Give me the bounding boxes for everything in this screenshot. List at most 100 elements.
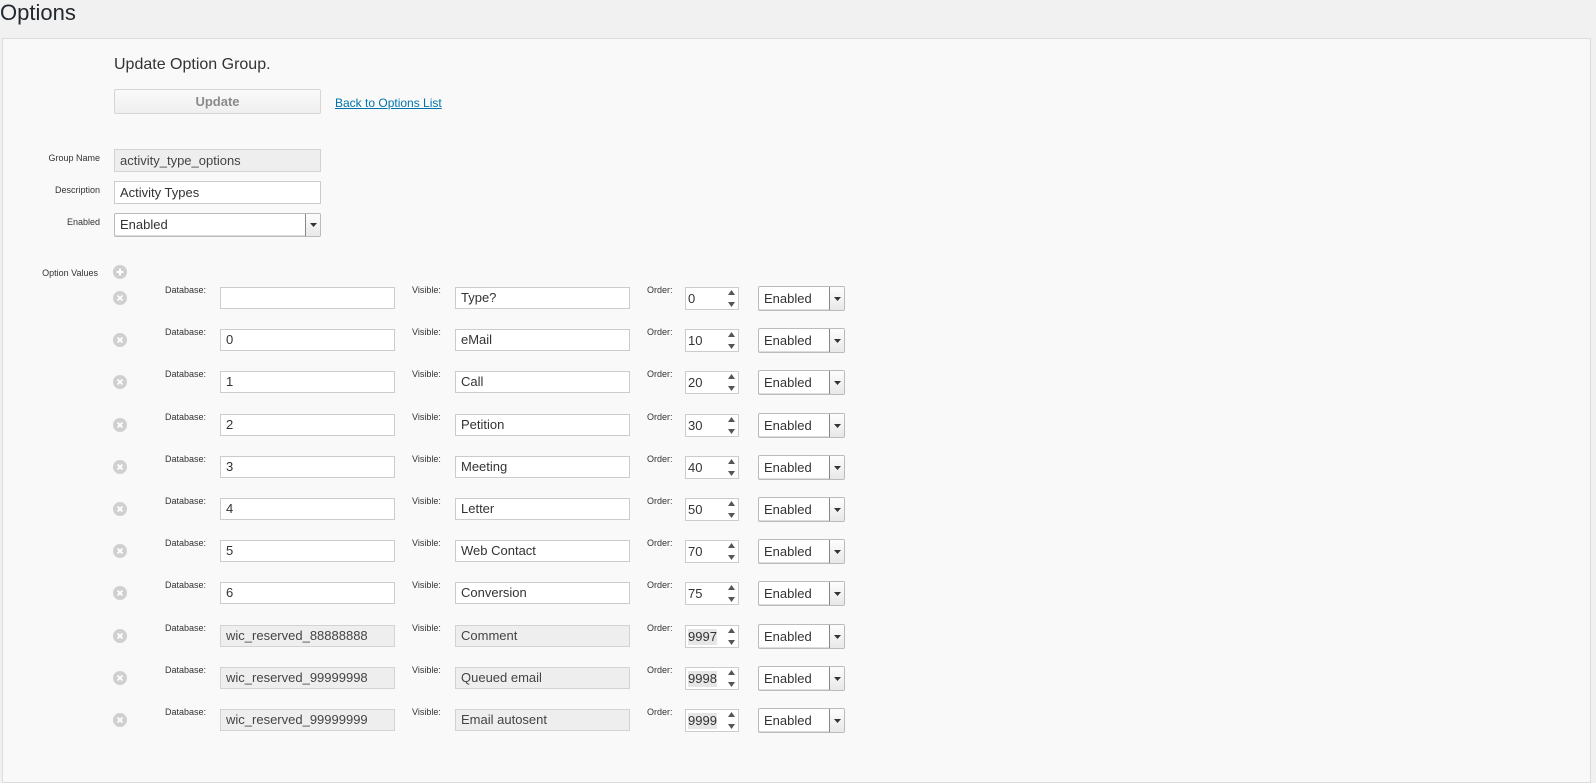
chevron-down-icon[interactable] <box>727 429 735 434</box>
back-to-options-link[interactable]: Back to Options List <box>335 96 442 110</box>
status-select[interactable]: Enabled <box>758 666 845 691</box>
order-spinner[interactable] <box>726 290 736 307</box>
order-stepper[interactable]: 50 <box>685 498 739 521</box>
chevron-up-icon[interactable] <box>727 585 735 590</box>
status-select[interactable]: Enabled <box>758 708 845 733</box>
order-spinner[interactable] <box>726 670 736 687</box>
status-select[interactable]: Enabled <box>758 624 845 649</box>
order-spinner[interactable] <box>726 501 736 518</box>
chevron-down-icon[interactable] <box>727 513 735 518</box>
order-stepper[interactable]: 70 <box>685 540 739 563</box>
chevron-up-icon[interactable] <box>727 290 735 295</box>
remove-option-icon[interactable] <box>113 460 127 474</box>
database-field[interactable]: 1 <box>220 371 395 393</box>
group-name-field[interactable]: activity_type_options <box>114 149 321 172</box>
order-stepper[interactable]: 9999 <box>685 709 739 732</box>
chevron-down-icon[interactable] <box>727 555 735 560</box>
chevron-up-icon[interactable] <box>727 332 735 337</box>
chevron-up-icon[interactable] <box>727 459 735 464</box>
visible-field[interactable]: eMail <box>455 329 630 351</box>
chevron-down-icon[interactable] <box>727 344 735 349</box>
remove-option-icon[interactable] <box>113 713 127 727</box>
chevron-up-icon[interactable] <box>727 628 735 633</box>
database-field[interactable]: 5 <box>220 540 395 562</box>
chevron-down-icon[interactable] <box>727 640 735 645</box>
remove-option-icon[interactable] <box>113 333 127 347</box>
order-label: Order: <box>647 327 673 337</box>
database-field[interactable]: 6 <box>220 582 395 604</box>
database-field[interactable]: wic_reserved_99999999 <box>220 709 395 731</box>
status-select[interactable]: Enabled <box>758 328 845 353</box>
database-field[interactable]: 3 <box>220 456 395 478</box>
order-spinner[interactable] <box>726 374 736 391</box>
visible-field[interactable]: Type? <box>455 287 630 309</box>
chevron-up-icon[interactable] <box>727 543 735 548</box>
database-field[interactable]: 2 <box>220 414 395 436</box>
database-field[interactable]: 4 <box>220 498 395 520</box>
database-field[interactable]: 0 <box>220 329 395 351</box>
visible-field[interactable]: Web Contact <box>455 540 630 562</box>
chevron-down-icon <box>829 625 844 648</box>
group-enabled-select[interactable]: Enabled <box>114 213 321 237</box>
order-stepper[interactable]: 10 <box>685 329 739 352</box>
chevron-up-icon[interactable] <box>727 670 735 675</box>
chevron-up-icon[interactable] <box>727 501 735 506</box>
update-button[interactable]: Update <box>114 89 321 114</box>
remove-option-icon[interactable] <box>113 375 127 389</box>
order-stepper[interactable]: 75 <box>685 582 739 605</box>
visible-field[interactable]: Email autosent <box>455 709 630 731</box>
chevron-up-icon[interactable] <box>727 712 735 717</box>
chevron-down-icon[interactable] <box>727 471 735 476</box>
enabled-label: Enabled <box>66 217 100 227</box>
description-field[interactable]: Activity Types <box>114 181 321 204</box>
order-stepper[interactable]: 0 <box>685 287 739 310</box>
status-select[interactable]: Enabled <box>758 581 845 606</box>
remove-option-icon[interactable] <box>113 586 127 600</box>
database-field[interactable]: wic_reserved_99999998 <box>220 667 395 689</box>
status-select[interactable]: Enabled <box>758 370 845 395</box>
order-stepper[interactable]: 20 <box>685 371 739 394</box>
chevron-up-icon[interactable] <box>727 417 735 422</box>
order-spinner[interactable] <box>726 585 736 602</box>
visible-field[interactable]: Meeting <box>455 456 630 478</box>
visible-field[interactable]: Comment <box>455 625 630 647</box>
visible-field[interactable]: Call <box>455 371 630 393</box>
chevron-up-icon[interactable] <box>727 374 735 379</box>
description-label: Description <box>54 185 100 195</box>
remove-option-icon[interactable] <box>113 291 127 305</box>
chevron-down-icon[interactable] <box>727 682 735 687</box>
order-spinner[interactable] <box>726 712 736 729</box>
chevron-down-icon[interactable] <box>727 302 735 307</box>
order-stepper[interactable]: 30 <box>685 414 739 437</box>
status-select[interactable]: Enabled <box>758 286 845 311</box>
order-spinner[interactable] <box>726 332 736 349</box>
order-stepper[interactable]: 9998 <box>685 667 739 690</box>
visible-field[interactable]: Queued email <box>455 667 630 689</box>
order-spinner[interactable] <box>726 459 736 476</box>
remove-option-icon[interactable] <box>113 544 127 558</box>
remove-option-icon[interactable] <box>113 502 127 516</box>
order-spinner[interactable] <box>726 543 736 560</box>
chevron-down-icon <box>829 329 844 352</box>
order-stepper[interactable]: 40 <box>685 456 739 479</box>
visible-field[interactable]: Letter <box>455 498 630 520</box>
remove-option-icon[interactable] <box>113 671 127 685</box>
remove-option-icon[interactable] <box>113 629 127 643</box>
order-spinner[interactable] <box>726 417 736 434</box>
database-field[interactable]: wic_reserved_88888888 <box>220 625 395 647</box>
chevron-down-icon[interactable] <box>727 724 735 729</box>
status-select[interactable]: Enabled <box>758 413 845 438</box>
chevron-down-icon[interactable] <box>727 597 735 602</box>
order-stepper[interactable]: 9997 <box>685 625 739 648</box>
remove-option-icon[interactable] <box>113 418 127 432</box>
database-field[interactable] <box>220 287 395 309</box>
status-select[interactable]: Enabled <box>758 455 845 480</box>
add-option-icon[interactable] <box>113 265 127 279</box>
status-select[interactable]: Enabled <box>758 497 845 522</box>
status-select[interactable]: Enabled <box>758 539 845 564</box>
visible-field[interactable]: Petition <box>455 414 630 436</box>
visible-field[interactable]: Conversion <box>455 582 630 604</box>
order-spinner[interactable] <box>726 628 736 645</box>
chevron-down-icon[interactable] <box>727 386 735 391</box>
chevron-down-icon <box>305 214 320 236</box>
